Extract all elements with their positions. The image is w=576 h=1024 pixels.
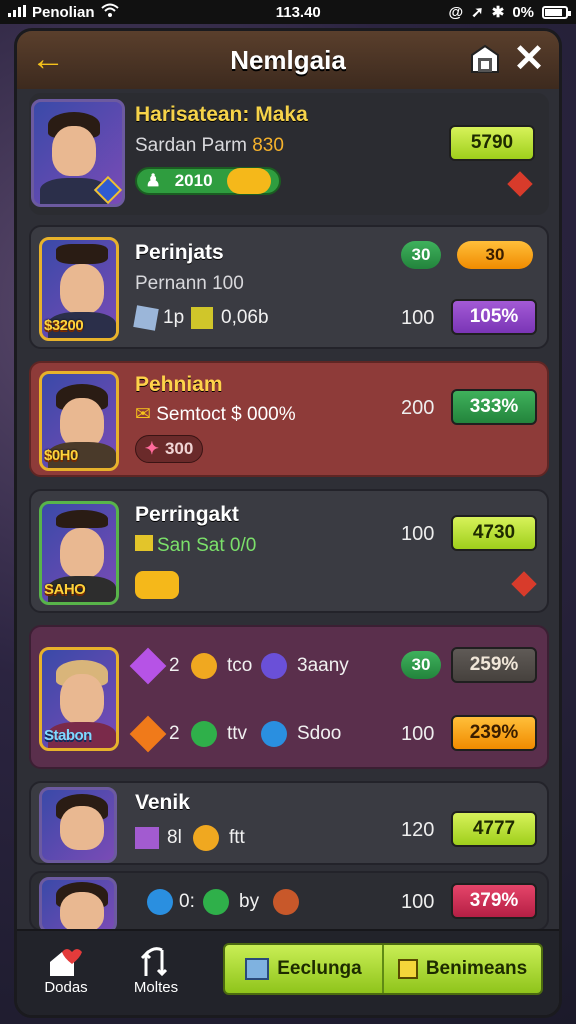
gold-gem-icon (135, 571, 179, 599)
check-icon (191, 721, 217, 747)
list-item[interactable]: $0H0 Pehniam ✉ Semtoct $ 000% ✦ 300 200 3… (29, 361, 549, 477)
status-time: 113.40 (275, 3, 321, 21)
player-sub: ✉ Semtoct $ 000% (135, 404, 296, 425)
score-button[interactable]: 5790 (449, 125, 535, 161)
purple-box-icon (135, 827, 159, 849)
signal-icon (8, 4, 26, 21)
red-gem-icon (507, 171, 533, 197)
score-button[interactable]: 105% (451, 299, 537, 335)
list-item[interactable]: SAHO Perringakt San Sat 0/0 100 4730 (29, 489, 549, 613)
bottom-nav: Dodas Moltes Eeclunga Benimeans (17, 929, 559, 1015)
gold-gem-icon (226, 168, 271, 194)
close-icon[interactable]: ✕ (513, 37, 545, 81)
blue-orb-icon (261, 721, 287, 747)
rank-badge: 30 (457, 241, 533, 269)
score-button[interactable]: 239% (451, 715, 537, 751)
score-button[interactable]: 4730 (451, 515, 537, 551)
player-name: Pehniam (135, 373, 223, 396)
card-icon (397, 959, 418, 979)
ranking-panel: ← Nemlgaia ✕ Harisatean: Maka Sardan Par… (14, 28, 562, 1018)
cube-icon (133, 305, 159, 331)
battery-icon (542, 5, 571, 19)
eeclunga-button[interactable]: Eeclunga (225, 945, 382, 993)
box-icon (191, 307, 213, 329)
home-heart-icon (31, 945, 101, 979)
avatar: SAHO (39, 501, 119, 605)
status-bar: Penolian 113.40 @ ➚ ✱ 0% (0, 0, 576, 24)
bluetooth-icon: ✱ (491, 4, 505, 21)
avatar (39, 877, 117, 933)
bag-icon: ♟ (145, 171, 161, 190)
avatar (39, 787, 117, 863)
coin-icon (191, 653, 217, 679)
score-button[interactable]: 259% (451, 647, 537, 683)
header-bar: ← Nemlgaia ✕ (17, 31, 559, 89)
level-badge: 30 (401, 651, 441, 679)
player-name: Venik (135, 791, 190, 814)
list-item[interactable]: $3200 Perinjats Pernann 100 30 30 1p 0,0… (29, 225, 549, 349)
purple-gem-icon (129, 647, 167, 685)
player-name: Harisatean: Maka (135, 103, 308, 126)
battery-percent: 0% (512, 3, 534, 21)
score-button[interactable]: 4777 (451, 811, 537, 847)
location-icon: ➚ (471, 4, 484, 21)
page-title: Nemlgaia (230, 44, 346, 75)
coin-icon (193, 825, 219, 851)
nav-dodas[interactable]: Dodas (31, 945, 101, 996)
shop-icon[interactable] (469, 43, 501, 75)
avatar (31, 99, 125, 207)
envelope-icon: ✉ (135, 404, 151, 425)
benimeans-button[interactable]: Benimeans (382, 945, 541, 993)
carrier-label: Penolian (32, 3, 95, 21)
star-chip: ✦ 300 (135, 435, 203, 463)
back-arrow-icon[interactable]: ← (31, 41, 65, 77)
alarm-icon: @ (448, 3, 464, 21)
score-button[interactable]: 379% (451, 883, 537, 919)
avatar: $3200 (39, 237, 119, 341)
score-button[interactable]: 333% (451, 389, 537, 425)
level-badge: 30 (401, 241, 441, 269)
list-item[interactable]: Venik 8l ftt 120 4777 (29, 781, 549, 865)
wifi-icon (100, 3, 119, 21)
orange-gem-icon (129, 715, 167, 753)
player-sub: Pernann 100 (135, 273, 244, 294)
sword-icon (261, 653, 287, 679)
nav-moltes[interactable]: Moltes (121, 945, 191, 996)
list-item[interactable]: Harisatean: Maka Sardan Parm 830 ♟ 2010 … (29, 93, 549, 215)
green-gem-icon (203, 889, 229, 915)
action-buttons: Eeclunga Benimeans (223, 943, 543, 995)
ball-icon (273, 889, 299, 915)
list-item[interactable]: Stabon 2 tco 3aany 30 259% 2 ttv Sdoo 10… (29, 625, 549, 769)
player-name: Perringakt (135, 503, 239, 526)
player-sub: Sardan Parm 830 (135, 135, 284, 156)
player-name: Perinjats (135, 241, 224, 264)
list-item[interactable]: 0: by 100 379% (29, 871, 549, 933)
red-gem-icon (511, 571, 537, 597)
player-sub: San Sat 0/0 (135, 535, 256, 557)
chest-icon (245, 958, 270, 980)
transfer-icon (121, 945, 191, 979)
blue-orb-icon (147, 889, 173, 915)
coin-chip: ♟ 2010 (135, 167, 281, 195)
avatar: $0H0 (39, 371, 119, 471)
avatar: Stabon (39, 647, 119, 751)
